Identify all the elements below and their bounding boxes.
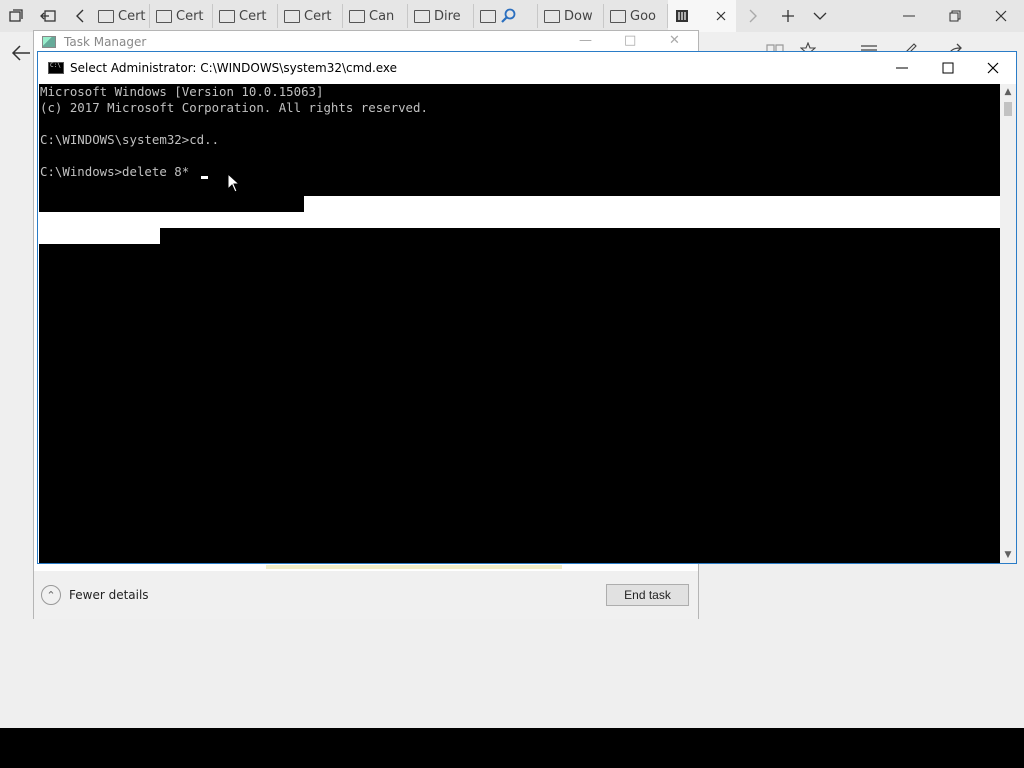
building-icon <box>676 10 688 22</box>
tab-list-chevron-down-icon[interactable] <box>808 0 832 32</box>
selection-highlight <box>39 228 160 244</box>
tab-overview-icon[interactable] <box>4 0 28 32</box>
scroll-up-icon[interactable]: ▲ <box>1000 84 1016 100</box>
minimize-icon[interactable] <box>886 0 932 32</box>
fewer-details-label: Fewer details <box>69 588 149 602</box>
close-icon[interactable]: ✕ <box>669 33 680 48</box>
browser-tab[interactable]: Cert <box>278 4 343 28</box>
browser-tab[interactable]: Can <box>343 4 408 28</box>
close-icon[interactable] <box>970 52 1016 84</box>
tab-label: Cert <box>176 8 204 24</box>
page-icon <box>414 9 430 23</box>
page-icon <box>349 9 365 23</box>
browser-tab-active[interactable] <box>668 0 736 32</box>
command-prompt-icon <box>48 62 64 74</box>
task-manager-icon <box>42 36 56 48</box>
page-icon <box>610 9 626 23</box>
task-manager-title-bar[interactable]: Task Manager — □ ✕ <box>34 31 698 53</box>
tab-label: Cert <box>239 8 267 24</box>
process-list-highlight <box>266 565 562 569</box>
page-icon <box>480 9 496 23</box>
scrollbar-thumb[interactable] <box>1004 102 1012 116</box>
end-task-button[interactable]: End task <box>606 584 689 606</box>
tabs-scroll-right-icon[interactable] <box>742 0 764 32</box>
window-title: Select Administrator: C:\WINDOWS\system3… <box>70 61 398 75</box>
tab-label: Dire <box>434 8 461 24</box>
browser-tab[interactable] <box>474 4 538 28</box>
selection-highlight <box>304 196 1000 212</box>
browser-tab[interactable]: Cert <box>92 4 150 28</box>
set-aside-tabs-icon[interactable] <box>36 0 60 32</box>
browser-tab[interactable]: Goo <box>604 4 668 28</box>
new-tab-icon[interactable] <box>776 0 800 32</box>
tab-bar: Cert Cert Cert Cert Can Dire Dow Goo <box>0 0 1024 32</box>
page-icon <box>219 9 235 23</box>
maximize-icon[interactable]: □ <box>624 33 636 48</box>
tab-label: Cert <box>118 8 146 24</box>
browser-tab[interactable]: Dire <box>408 4 474 28</box>
cmd-title-bar[interactable]: Select Administrator: C:\WINDOWS\system3… <box>38 52 1016 84</box>
taskbar <box>0 728 1024 768</box>
restore-icon[interactable] <box>932 0 978 32</box>
close-icon[interactable] <box>978 0 1024 32</box>
console-output[interactable]: Microsoft Windows [Version 10.0.15063] (… <box>39 84 1000 563</box>
window-title: Task Manager <box>64 35 147 49</box>
search-icon <box>501 8 516 23</box>
maximize-icon[interactable] <box>925 52 971 84</box>
scroll-down-icon[interactable]: ▼ <box>1000 547 1016 563</box>
tab-label: Cert <box>304 8 332 24</box>
page-icon <box>544 9 560 23</box>
minimize-icon[interactable] <box>879 52 925 84</box>
text-cursor <box>201 176 208 179</box>
browser-tab[interactable]: Dow <box>538 4 604 28</box>
page-icon <box>284 9 300 23</box>
selection-highlight <box>39 212 1000 228</box>
tabs-scroll-left-icon[interactable] <box>68 0 92 32</box>
fewer-details-button[interactable]: ⌃ Fewer details <box>41 585 149 605</box>
page-icon <box>98 9 114 23</box>
tab-label: Dow <box>564 8 593 24</box>
minimize-icon[interactable]: — <box>579 33 592 48</box>
browser-tab[interactable]: Cert <box>150 4 213 28</box>
close-tab-icon[interactable] <box>716 11 726 21</box>
console-line: Microsoft Windows [Version 10.0.15063] <box>40 84 324 99</box>
task-manager-footer: ⌃ Fewer details End task <box>34 571 698 619</box>
browser-tab[interactable]: Cert <box>213 4 278 28</box>
tab-label: Can <box>369 8 395 24</box>
console-line: C:\Windows>delete 8* <box>40 164 190 179</box>
console-line: (c) 2017 Microsoft Corporation. All righ… <box>40 100 428 115</box>
page-icon <box>156 9 172 23</box>
console-line: C:\WINDOWS\system32>cd.. <box>40 132 220 147</box>
tab-label: Goo <box>630 8 656 24</box>
cmd-window: Select Administrator: C:\WINDOWS\system3… <box>37 51 1017 564</box>
vertical-scrollbar[interactable]: ▲ ▼ <box>1000 84 1016 563</box>
chevron-up-icon: ⌃ <box>41 585 61 605</box>
